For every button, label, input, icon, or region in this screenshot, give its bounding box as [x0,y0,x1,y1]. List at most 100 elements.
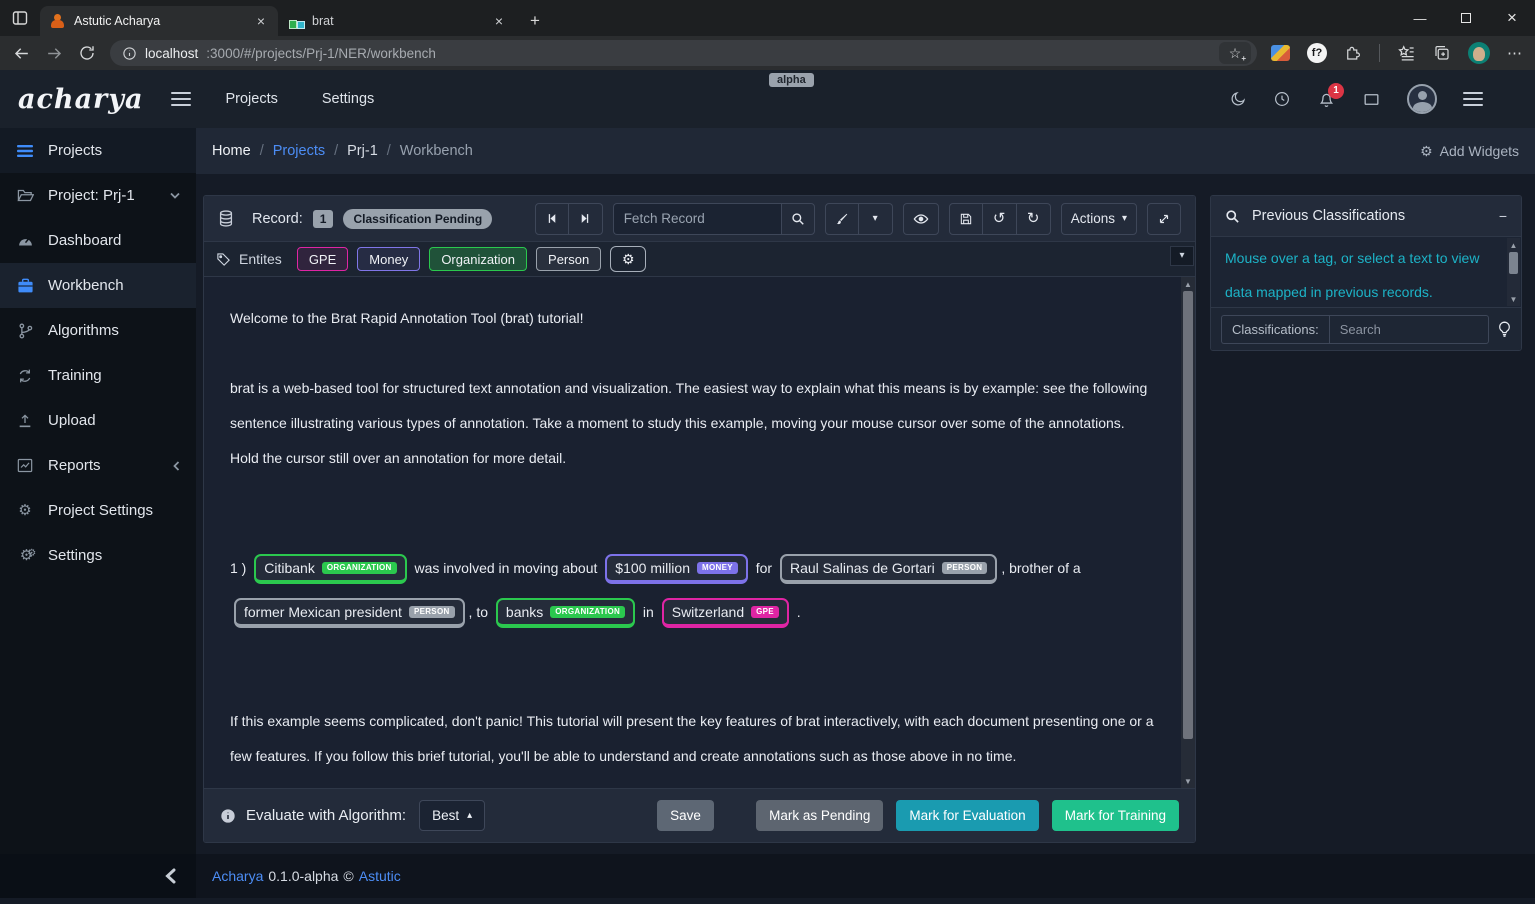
back-icon[interactable] [12,44,31,63]
dark-mode-moon-icon[interactable] [1229,90,1247,108]
classifications-search-input[interactable] [1328,314,1489,344]
collapse-minus-icon[interactable]: − [1499,208,1507,224]
scrollbar-thumb[interactable] [1183,291,1193,739]
footer-app-link[interactable]: Acharya [212,868,263,884]
redo-icon[interactable]: ↻ [1016,202,1051,235]
sidebar-item-upload[interactable]: Upload [0,398,196,443]
breadcrumb-workbench: Workbench [399,143,473,159]
nav-link-projects[interactable]: Projects [225,91,277,107]
brush-dropdown-button[interactable]: ▾ [858,202,893,235]
entity-annotation[interactable]: Citibank ORGANIZATION [254,554,407,585]
notifications-bell-icon[interactable]: 1 [1317,82,1344,109]
close-window-button[interactable]: × [1489,0,1535,36]
fetch-record-input[interactable] [612,202,781,235]
user-avatar[interactable] [1407,84,1437,114]
chevron-left-icon[interactable] [165,868,176,884]
tab-close-icon[interactable]: × [254,13,268,29]
scroll-down-icon[interactable]: ▼ [1510,292,1518,306]
actions-dropdown[interactable]: Actions ▾ [1060,202,1137,235]
previous-classifications-panel: Previous Classifications − Mouse over a … [1210,195,1522,351]
entity-annotation[interactable]: former Mexican president PERSON [234,598,465,629]
sidebar-collapse-bar[interactable] [0,854,196,898]
mark-for-training-button[interactable]: Mark for Training [1051,800,1179,831]
favorites-list-icon[interactable] [1397,44,1416,63]
acharya-logo[interactable]: acharya [18,84,143,115]
entity-settings-button[interactable]: ⚙ [610,246,647,272]
entity-annotation[interactable]: Switzerland GPE [661,598,789,629]
history-clock-icon[interactable] [1273,90,1291,108]
entity-tag-money[interactable]: Money [357,247,421,271]
favorite-star-icon[interactable]: ☆ + [1219,42,1251,64]
breadcrumb-prj-1[interactable]: Prj-1 [347,143,378,159]
workbench-card: Record: 1 Classification Pending Fetch R… [203,195,1196,843]
entity-annotation[interactable]: Raul Salinas de Gortari PERSON [779,554,998,585]
record-number-badge: 1 [312,209,334,228]
sidebar-item-project-settings[interactable]: ⚙ Project Settings [0,488,196,533]
entity-tag-organization[interactable]: Organization [429,247,528,271]
add-widgets-button[interactable]: ⚙ Add Widgets [1420,143,1519,159]
sidebar-item-project-prj-1[interactable]: Project: Prj-1 [0,173,196,218]
skip-to-last-button[interactable] [568,202,603,235]
panel-search-row: Classifications: [1211,308,1521,350]
undo-icon[interactable]: ↺ [982,202,1017,235]
site-info-icon[interactable] [122,46,137,61]
restore-button[interactable] [1443,0,1489,36]
lightbulb-icon[interactable] [1498,321,1511,337]
sidebar-item-training[interactable]: Training [0,353,196,398]
tab-actions-icon[interactable] [0,0,40,36]
footer-company-link[interactable]: Astutic [359,868,401,884]
restore-icon [1461,13,1471,23]
breadcrumb-home[interactable]: Home [212,143,251,159]
aside-toggle-icon[interactable] [1463,92,1483,106]
browser-menu-icon[interactable]: ⋯ [1507,44,1523,62]
sidebar-item-dashboard[interactable]: Dashboard [0,218,196,263]
skip-to-first-button[interactable] [534,202,569,235]
entity-annotation[interactable]: $100 million MONEY [605,554,748,585]
mark-as-pending-button[interactable]: Mark as Pending [756,800,884,831]
entity-tag-person[interactable]: Person [536,247,602,271]
sidebar-item-projects[interactable]: Projects [0,128,196,173]
upload-icon [16,413,34,429]
save-disk-icon[interactable] [948,202,983,235]
forward-icon[interactable] [45,44,64,63]
new-tab-button[interactable]: + [520,6,550,36]
expand-icon[interactable] [1147,202,1181,235]
document-scrollbar[interactable]: ▲ ▼ [1181,277,1195,788]
doc-paragraph: If this example seems complicated, don't… [230,713,1154,764]
extensions-puzzle-icon[interactable] [1344,44,1362,62]
eye-icon[interactable] [902,202,939,235]
entity-tag-gpe[interactable]: GPE [296,247,349,271]
mark-for-evaluation-button[interactable]: Mark for Evaluation [896,800,1039,831]
alpha-badge: alpha [769,73,814,87]
sidebar-item-reports[interactable]: Reports [0,443,196,488]
collections-icon[interactable] [1433,44,1451,62]
scrollbar-thumb[interactable] [1509,252,1518,274]
sidebar-item-settings[interactable]: ⚙ ⚙ Settings [0,533,196,578]
browser-tab-acharya[interactable]: Astutic Acharya × [40,6,278,36]
entity-annotation[interactable]: banks ORGANIZATION [495,598,636,629]
widget-panel-icon[interactable] [1362,90,1381,109]
tab-close-icon[interactable]: × [492,13,506,29]
breadcrumb-projects[interactable]: Projects [273,143,325,159]
sidebar-item-algorithms[interactable]: Algorithms [0,308,196,353]
entity-label-chip: PERSON [941,562,988,575]
extension-f-icon[interactable]: f? [1307,43,1327,63]
panel-caret-button[interactable]: ▾ [1170,246,1194,266]
browser-profile-avatar[interactable] [1468,42,1490,64]
scroll-up-icon[interactable]: ▲ [1510,238,1518,252]
search-icon[interactable] [780,202,815,235]
refresh-icon[interactable] [78,44,96,62]
panel-scrollbar[interactable]: ▲ ▼ [1507,238,1520,306]
save-button[interactable]: Save [657,800,714,831]
sidebar-toggle-icon[interactable] [171,92,192,106]
address-bar[interactable]: localhost:3000/#/projects/Prj-1/NER/work… [110,40,1257,66]
sidebar-item-workbench[interactable]: Workbench [0,263,196,308]
extension-image-icon[interactable] [1271,45,1290,61]
browser-tab-brat[interactable]: brat × [278,6,516,36]
algorithm-dropdown[interactable]: Best ▴ [419,800,486,831]
scroll-down-icon[interactable]: ▼ [1184,774,1192,788]
nav-link-settings[interactable]: Settings [322,91,374,107]
brush-icon[interactable] [824,202,859,235]
minimize-button[interactable]: — [1397,0,1443,36]
scroll-up-icon[interactable]: ▲ [1184,277,1192,291]
